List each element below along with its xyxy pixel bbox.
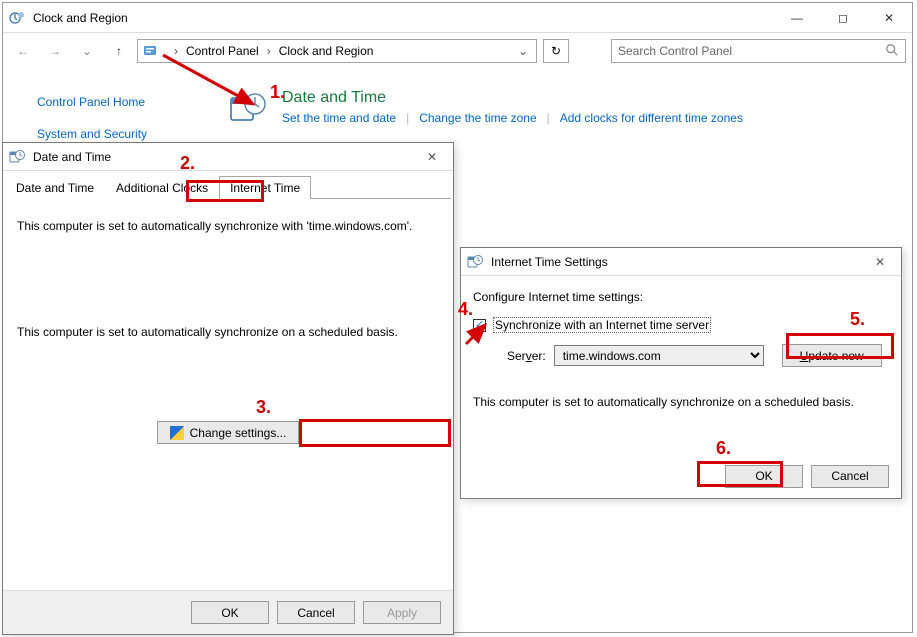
tab-additional-clocks[interactable]: Additional Clocks — [105, 176, 219, 199]
server-row: Server: time.windows.com Update now — [507, 344, 889, 367]
maximize-button[interactable]: ◻ — [820, 3, 866, 32]
inettime-button-row: OK Cancel — [461, 454, 901, 498]
search-input[interactable]: Search Control Panel — [611, 39, 906, 63]
address-bar[interactable]: › Control Panel › Clock and Region ⌄ — [137, 39, 537, 63]
sync-server-text: This computer is set to automatically sy… — [17, 219, 439, 233]
change-settings-label: Change settings... — [190, 426, 287, 440]
sync-schedule-text: This computer is set to automatically sy… — [17, 325, 439, 339]
address-dropdown-icon[interactable]: ⌄ — [514, 44, 532, 58]
breadcrumb-current[interactable]: Clock and Region — [279, 44, 374, 58]
sidebar-link-security[interactable]: System and Security — [37, 127, 208, 141]
refresh-button[interactable]: ↻ — [543, 39, 569, 63]
date-time-button-row: OK Cancel Apply — [3, 590, 453, 634]
search-placeholder: Search Control Panel — [618, 44, 732, 58]
inettime-body: Configure Internet time settings: Synchr… — [461, 276, 901, 419]
inettime-ok-button[interactable]: OK — [725, 465, 803, 488]
breadcrumb-chevron-icon: › — [265, 44, 273, 58]
close-icon: ✕ — [875, 255, 885, 269]
section-links: Set the time and date | Change the time … — [282, 111, 743, 125]
inettime-close-button[interactable]: ✕ — [865, 255, 895, 269]
update-now-button[interactable]: Update now — [782, 344, 882, 367]
server-label: Server: — [507, 349, 546, 363]
date-time-titlebar[interactable]: Date and Time ✕ — [3, 143, 453, 171]
explorer-titlebar[interactable]: Clock and Region — ◻ ✕ — [3, 3, 912, 33]
recent-dropdown[interactable]: ⌄ — [73, 37, 101, 65]
date-time-dialog: Date and Time ✕ Date and Time Additional… — [2, 142, 454, 635]
cp-icon — [142, 43, 158, 59]
maximize-icon: ◻ — [838, 11, 848, 25]
nav-row: ← → ⌄ ↑ › Control Panel › Clock and Regi… — [3, 33, 912, 69]
change-settings-button[interactable]: Change settings... — [157, 421, 300, 444]
sync-checkbox-row: Synchronize with an Internet time server — [473, 318, 889, 332]
datetime-cancel-button[interactable]: Cancel — [277, 601, 355, 624]
explorer-title: Clock and Region — [33, 11, 128, 25]
close-icon: ✕ — [427, 150, 437, 164]
update-now-rest: pdate now — [808, 349, 863, 363]
minimize-icon: — — [791, 11, 803, 25]
back-icon: ← — [17, 44, 29, 58]
inettime-titlebar[interactable]: Internet Time Settings ✕ — [461, 248, 901, 276]
date-time-close-button[interactable]: ✕ — [417, 150, 447, 164]
clock-region-icon — [9, 10, 25, 26]
link-separator: | — [406, 111, 409, 125]
chevron-down-icon: ⌄ — [82, 44, 92, 58]
link-add-clocks[interactable]: Add clocks for different time zones — [560, 111, 743, 125]
close-icon: ✕ — [884, 11, 894, 25]
forward-icon: → — [49, 44, 61, 58]
uac-shield-icon — [170, 426, 184, 440]
back-button[interactable]: ← — [9, 37, 37, 65]
section-heading[interactable]: Date and Time — [282, 89, 743, 107]
tab-date-and-time[interactable]: Date and Time — [5, 176, 105, 199]
link-change-timezone[interactable]: Change the time zone — [419, 111, 536, 125]
up-button[interactable]: ↑ — [105, 37, 133, 65]
datetime-ok-button[interactable]: OK — [191, 601, 269, 624]
inettime-dialog-title: Internet Time Settings — [491, 255, 608, 269]
window-controls: — ◻ ✕ — [774, 3, 912, 32]
inettime-cancel-button[interactable]: Cancel — [811, 465, 889, 488]
link-separator: | — [547, 111, 550, 125]
breadcrumb-chevron-icon: › — [172, 44, 180, 58]
search-icon — [885, 43, 899, 60]
minimize-button[interactable]: — — [774, 3, 820, 32]
inettime-window-icon — [467, 254, 483, 270]
server-select[interactable]: time.windows.com — [554, 345, 764, 366]
link-set-time-date[interactable]: Set the time and date — [282, 111, 396, 125]
sidebar-link-home[interactable]: Control Panel Home — [37, 95, 208, 109]
sync-checkbox-label[interactable]: Synchronize with an Internet time server — [494, 318, 710, 332]
close-button[interactable]: ✕ — [866, 3, 912, 32]
up-icon: ↑ — [116, 44, 122, 58]
datetime-apply-button[interactable]: Apply — [363, 601, 441, 624]
configure-label: Configure Internet time settings: — [473, 290, 889, 304]
date-time-window-icon — [9, 149, 25, 165]
date-time-dialog-title: Date and Time — [33, 150, 111, 164]
forward-button[interactable]: → — [41, 37, 69, 65]
refresh-icon: ↻ — [551, 44, 561, 58]
sync-checkbox[interactable] — [473, 319, 486, 332]
date-time-icon — [228, 89, 268, 129]
tab-strip: Date and Time Additional Clocks Internet… — [5, 175, 451, 199]
inettime-status-text: This computer is set to automatically sy… — [473, 395, 889, 409]
breadcrumb-root[interactable]: Control Panel — [186, 44, 259, 58]
internet-time-tabpane: This computer is set to automatically sy… — [3, 199, 453, 464]
tab-internet-time[interactable]: Internet Time — [219, 176, 311, 199]
internet-time-settings-dialog: Internet Time Settings ✕ Configure Inter… — [460, 247, 902, 499]
